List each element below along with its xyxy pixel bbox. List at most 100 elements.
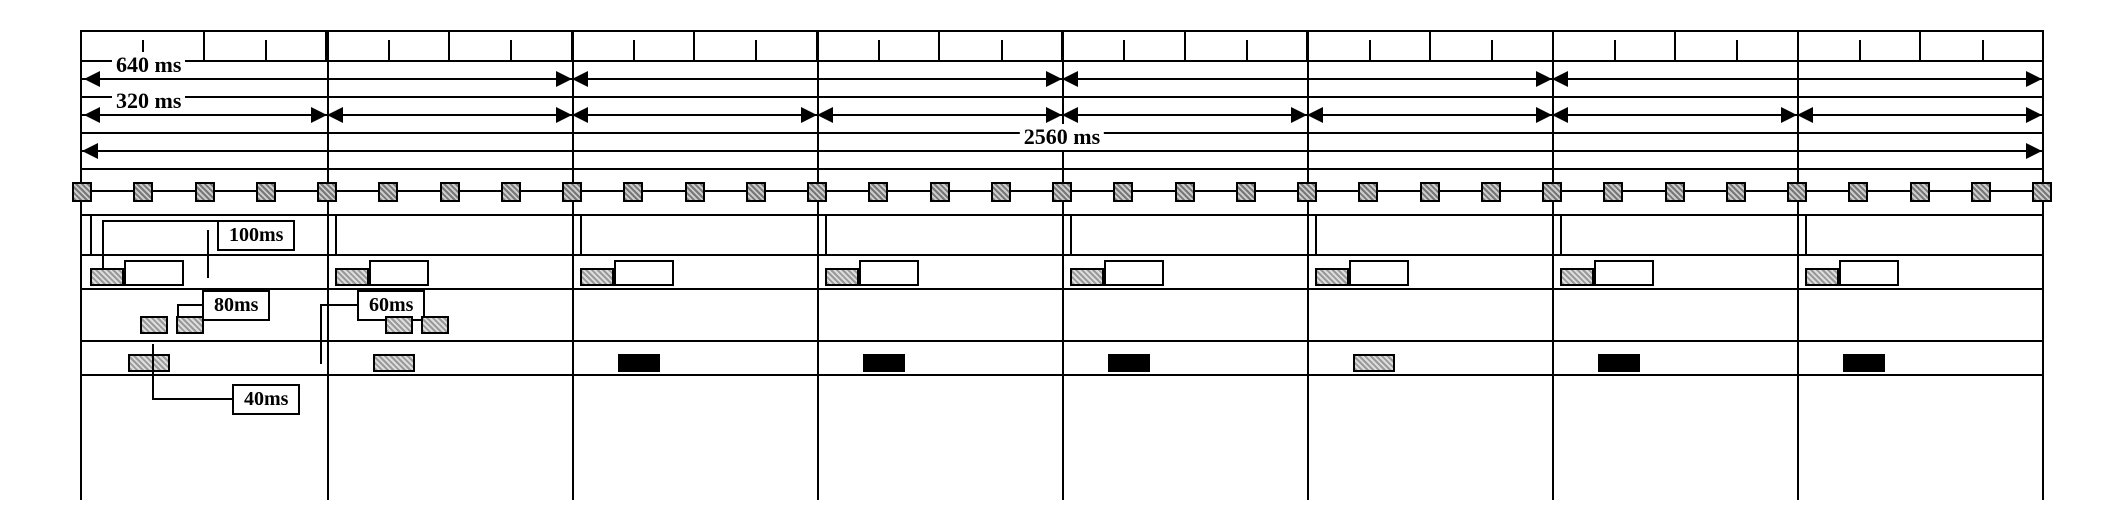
marker [1726,182,1746,202]
dim-segment-320 [327,114,572,116]
evt-upper-white [1349,260,1409,286]
evt-lower [618,354,660,372]
marker-row [82,192,2042,216]
dim-segment-320 [1307,114,1552,116]
slot-pair [450,32,573,60]
evt-upper-gray [90,268,124,286]
marker [195,182,215,202]
dim-segment-320 [817,114,1062,116]
marker [623,182,643,202]
marker [440,182,460,202]
slot-pair [327,32,450,60]
slot-pair [1554,32,1677,60]
evt-upper-gray [335,268,369,286]
dim-label-320: 320 ms [112,88,185,114]
marker [2032,182,2052,202]
marker [1420,182,1440,202]
marker [1542,182,1562,202]
marker [501,182,521,202]
slot-pair [1308,32,1431,60]
dim-row-2560: 2560 ms [82,134,2042,170]
evt-lower [863,354,905,372]
marker [256,182,276,202]
event-row-upper [82,256,2042,290]
slot-pair [1186,32,1309,60]
callout-40ms: 40ms [232,384,300,415]
marker [930,182,950,202]
dim-segment-320 [572,114,817,116]
dim-label-2560: 2560 ms [1020,124,1104,150]
dim-label-640: 640 ms [112,52,185,78]
marker [991,182,1011,202]
marker [1665,182,1685,202]
dim-segment-640 [1552,78,2042,80]
evt-upper-gray [825,268,859,286]
event-row-middle: 80ms 60ms [82,290,2042,342]
marker [72,182,92,202]
marker [1175,182,1195,202]
slot-pair [1676,32,1799,60]
evt-lower [128,354,170,372]
marker [1481,182,1501,202]
marker [378,182,398,202]
spacer-row: 100ms [82,216,2042,256]
slot-pair [1799,32,1922,60]
dim-segment-640 [1062,78,1552,80]
evt-lower [373,354,415,372]
slot-pair [573,32,696,60]
callout-80ms: 80ms [202,290,270,321]
slot-pair [1921,32,2042,60]
slot-pair [818,32,941,60]
slot-pair [205,32,328,60]
evt-mid-gray [176,316,204,334]
slot-pair [1063,32,1186,60]
marker [746,182,766,202]
marker [1848,182,1868,202]
marker [1603,182,1623,202]
marker [133,182,153,202]
slot-pair [1431,32,1554,60]
dim-segment-320 [1797,114,2042,116]
dim-segment-320 [1552,114,1797,116]
evt-upper-white [859,260,919,286]
marker [807,182,827,202]
marker [685,182,705,202]
evt-upper-gray [1805,268,1839,286]
evt-lower [1598,354,1640,372]
marker [1236,182,1256,202]
marker [1297,182,1317,202]
evt-upper-gray [1070,268,1104,286]
marker [868,182,888,202]
evt-upper-white [1839,260,1899,286]
evt-mid-gray [385,316,413,334]
evt-upper-gray [580,268,614,286]
dim-segment-320 [1062,114,1307,116]
marker [1052,182,1072,202]
timing-diagram: 640 ms 320 ms 2560 ms 100ms 80ms 60ms [80,30,2044,500]
evt-upper-white [614,260,674,286]
slot-pair [940,32,1063,60]
callout-100ms: 100ms [217,220,295,251]
marker [1910,182,1930,202]
evt-upper-gray [1560,268,1594,286]
evt-upper-white [369,260,429,286]
marker [1358,182,1378,202]
marker [1971,182,1991,202]
evt-upper-white [124,260,184,286]
evt-upper-gray [1315,268,1349,286]
marker [1787,182,1807,202]
event-row-lower [82,342,2042,376]
bottom-row: 40ms [82,376,2042,436]
evt-mid-gray [421,316,449,334]
slot-pair [695,32,818,60]
marker [562,182,582,202]
evt-upper-white [1594,260,1654,286]
evt-upper-white [1104,260,1164,286]
dim-segment-640 [572,78,1062,80]
marker [317,182,337,202]
evt-lower [1843,354,1885,372]
evt-lower [1108,354,1150,372]
evt-mid-gray [140,316,168,334]
marker [1113,182,1133,202]
evt-lower [1353,354,1395,372]
